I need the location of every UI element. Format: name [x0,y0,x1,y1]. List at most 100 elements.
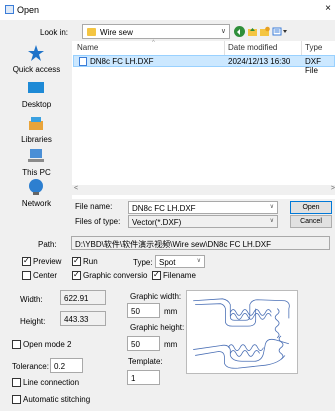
libraries-icon [29,117,43,130]
graphic-width-value: 50 [131,307,140,316]
look-in-value: Wire sew [100,28,133,37]
graphic-width-unit: mm [164,307,178,316]
look-in-dropdown[interactable]: Wire sew ∨ [82,24,230,39]
file-name-input[interactable]: DN8c FC LH.DXF ∨ [128,201,278,214]
sort-indicator-icon: ^ [152,40,155,46]
cancel-button[interactable]: Cancel [290,215,332,228]
graphic-height-input[interactable]: 50 [127,336,160,351]
place-label: Quick access [12,65,61,74]
type-value: Spot [159,258,176,267]
file-type-cell: DXF File [305,57,321,75]
path-value: D:\YBD\软件\软件演示视频\Wire sew\DN8c FC LH.DXF [75,240,272,249]
checkbox-box[interactable] [22,256,31,266]
places-bar: Quick access Desktop Libraries This PC N… [4,41,69,211]
column-divider[interactable] [301,41,302,55]
chevron-down-icon: ∨ [196,258,201,264]
open-dialog: Open × Look in: Wire sew ∨ Quick access [0,0,335,411]
up-folder-icon[interactable] [247,26,258,37]
close-icon[interactable]: × [321,2,335,16]
path-label: Path: [38,240,57,249]
table-row[interactable]: DN8c FC LH.DXF 2024/12/13 16:30 DXF File [73,55,335,75]
scroll-right-icon[interactable]: > [331,185,335,192]
checkbox-box[interactable] [22,271,31,280]
column-header-type[interactable]: Type [305,43,322,52]
graphic-preview [186,290,298,374]
height-value: 443.33 [64,315,89,324]
checkbox-box[interactable] [12,378,21,387]
tolerance-input[interactable]: 0.2 [50,358,83,373]
checkbox-box[interactable] [12,395,21,404]
path-field: D:\YBD\软件\软件演示视频\Wire sew\DN8c FC LH.DXF [71,236,330,250]
width-value: 622.91 [64,294,89,303]
checkbox-box[interactable] [72,270,81,280]
center-checkbox[interactable]: Center [22,271,72,281]
place-network[interactable]: Network [4,177,69,217]
graphic-width-input[interactable]: 50 [127,303,160,318]
place-quick-access[interactable]: Quick access [4,43,69,83]
checkbox-label: Open mode 2 [23,340,72,349]
place-label: Libraries [21,135,52,144]
window-icon [5,5,14,14]
file-name-label: File name: [75,202,113,211]
checkbox-label: Center [33,271,58,280]
file-date-cell: 2024/12/13 16:30 [228,57,291,66]
file-name-value: DN8c FC LH.DXF [132,204,196,213]
network-icon [29,179,43,195]
line-connection-checkbox[interactable]: Line connection [12,378,92,388]
graphic-height-label: Graphic height: [130,323,185,332]
view-menu-icon[interactable] [272,26,288,37]
place-label: Desktop [21,100,52,109]
folder-icon [87,28,96,36]
place-label: Network [21,199,52,208]
checkbox-label: Filename [163,271,196,280]
graphic-conversion-checkbox[interactable]: Graphic conversio [72,270,152,281]
chevron-down-icon: ∨ [220,28,226,35]
open-button[interactable]: Open [290,201,332,214]
look-in-label: Look in: [40,28,69,37]
checkbox-label: Graphic conversio [83,271,148,280]
run-checkbox[interactable]: Run [72,256,112,267]
dxf-file-icon [79,57,87,66]
file-type-value: Vector(*.DXF) [132,218,182,227]
preview-outline [193,298,290,369]
checkbox-label: Preview [33,257,62,266]
computer-icon [28,149,44,162]
scroll-left-icon[interactable]: < [74,185,78,192]
column-header-date[interactable]: Date modified [228,43,277,52]
type-dropdown[interactable]: Spot ∨ [155,255,205,268]
window-title: Open [17,5,40,15]
template-label: Template: [128,357,163,366]
checkbox-box[interactable] [72,256,81,266]
horizontal-scrollbar[interactable]: < > [72,185,335,195]
tolerance-value: 0.2 [54,362,66,371]
chevron-down-icon[interactable]: ∨ [270,203,274,210]
width-field: 622.91 [60,290,106,305]
checkbox-label: Automatic stitching [23,395,91,404]
new-folder-icon[interactable] [259,26,270,37]
graphic-width-label: Graphic width: [130,292,182,301]
desktop-icon [28,82,44,93]
automatic-stitching-checkbox[interactable]: Automatic stitching [12,395,102,405]
preview-checkbox[interactable]: Preview [22,256,72,267]
file-name-cell: DN8c FC LH.DXF [90,57,154,66]
open-mode-2-checkbox[interactable]: Open mode 2 [12,340,82,350]
column-divider[interactable] [224,41,225,55]
file-list[interactable]: Name ^ Date modified Type DN8c FC LH.DXF… [72,40,335,199]
checkbox-label: Line connection [23,378,80,387]
checkbox-box[interactable] [12,340,21,349]
back-icon[interactable] [234,26,245,37]
template-value: 1 [131,374,136,383]
place-desktop[interactable]: Desktop [4,78,69,118]
checkbox-box[interactable] [152,270,161,280]
checkbox-label: Run [83,257,98,266]
graphic-height-value: 50 [131,340,140,349]
filename-checkbox[interactable]: Filename [152,270,202,281]
width-label: Width: [20,295,43,304]
file-type-label: Files of type: [75,217,121,226]
template-input[interactable]: 1 [127,370,160,385]
column-header-name[interactable]: Name [77,43,98,52]
place-label: This PC [22,168,51,177]
file-type-dropdown[interactable]: Vector(*.DXF) ∨ [128,215,278,228]
graphic-height-unit: mm [164,340,178,349]
chevron-down-icon: ∨ [269,218,274,224]
